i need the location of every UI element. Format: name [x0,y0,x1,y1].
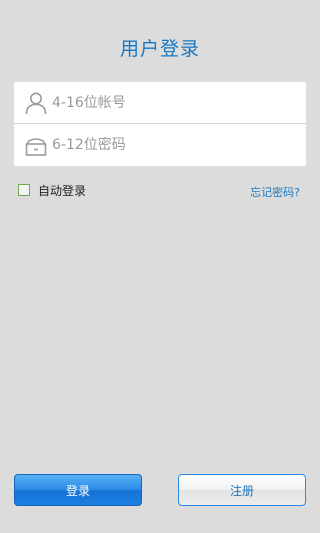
account-input[interactable] [52,95,292,111]
forgot-password-link[interactable]: 忘记密码? [250,184,300,200]
page-title: 用户登录 [119,38,200,60]
account-field[interactable] [14,82,306,124]
login-form [14,82,306,166]
login-button[interactable]: 登录 [14,474,142,506]
user-icon [24,91,48,115]
auto-login-checkbox[interactable] [18,184,30,196]
password-field[interactable] [14,124,306,166]
register-button[interactable]: 注册 [178,474,306,506]
password-input[interactable] [52,137,292,153]
auto-login-option[interactable]: 自动登录 [18,182,86,198]
lock-icon [24,133,48,157]
auto-login-label: 自动登录 [38,183,87,198]
